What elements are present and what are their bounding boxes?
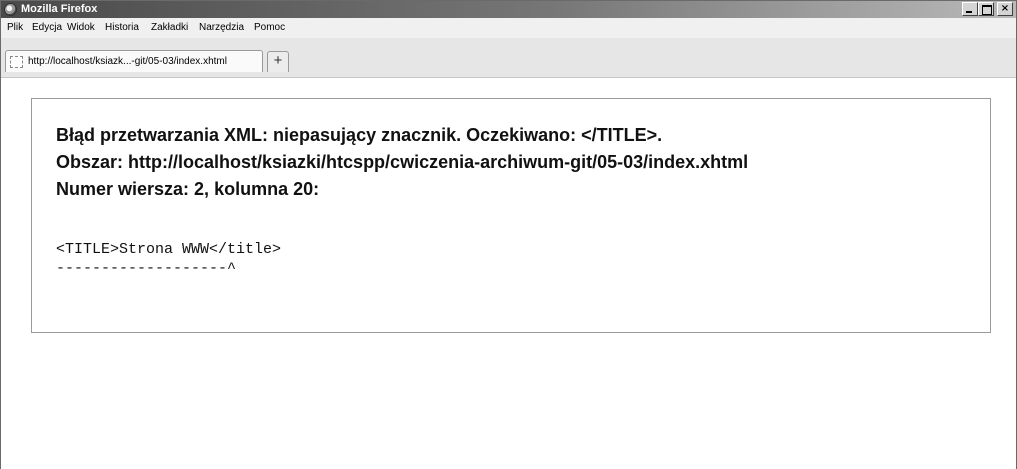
menu-item-plik[interactable]: Plik — [7, 21, 23, 35]
error-line-column: Numer wiersza: 2, kolumna 20: — [56, 179, 320, 199]
page-icon — [10, 56, 23, 68]
page-content: Błąd przetwarzania XML: niepasujący znac… — [1, 79, 1016, 469]
tab-active[interactable]: http://localhost/ksiazk...-git/05-03/ind… — [5, 50, 263, 72]
menu-item-pomoc[interactable]: Pomoc — [254, 21, 285, 35]
menu-item-edycja[interactable]: Edycja — [32, 21, 62, 35]
minimize-button[interactable] — [962, 2, 978, 16]
error-source-pointer: -------------------^ — [56, 260, 237, 277]
tab-label: http://localhost/ksiazk...-git/05-03/ind… — [28, 56, 227, 67]
tab-strip: http://localhost/ksiazk...-git/05-03/ind… — [1, 38, 1016, 78]
menu-item-historia[interactable]: Historia — [105, 21, 139, 35]
error-source-line: <TITLE>Strona WWW</title> — [56, 241, 282, 258]
error-message: Błąd przetwarzania XML: niepasujący znac… — [56, 125, 663, 145]
menu-bar: Plik Edycja Widok Historia Zakładki Narz… — [1, 18, 1016, 38]
menu-item-widok[interactable]: Widok — [67, 21, 95, 35]
browser-window: Mozilla Firefox × Plik Edycja Widok Hist… — [0, 0, 1017, 469]
close-button[interactable]: × — [997, 2, 1013, 16]
error-location: Obszar: http://localhost/ksiazki/htcspp/… — [56, 152, 749, 172]
window-title: Mozilla Firefox — [21, 3, 98, 15]
title-bar[interactable]: Mozilla Firefox × — [1, 1, 1016, 18]
xml-error-box: Błąd przetwarzania XML: niepasujący znac… — [31, 98, 991, 333]
new-tab-button[interactable]: + — [267, 51, 289, 72]
maximize-button[interactable] — [978, 2, 994, 16]
menu-item-zakladki[interactable]: Zakładki — [151, 21, 188, 35]
menu-item-narzedzia[interactable]: Narzędzia — [199, 21, 244, 35]
firefox-logo-icon — [4, 3, 17, 16]
